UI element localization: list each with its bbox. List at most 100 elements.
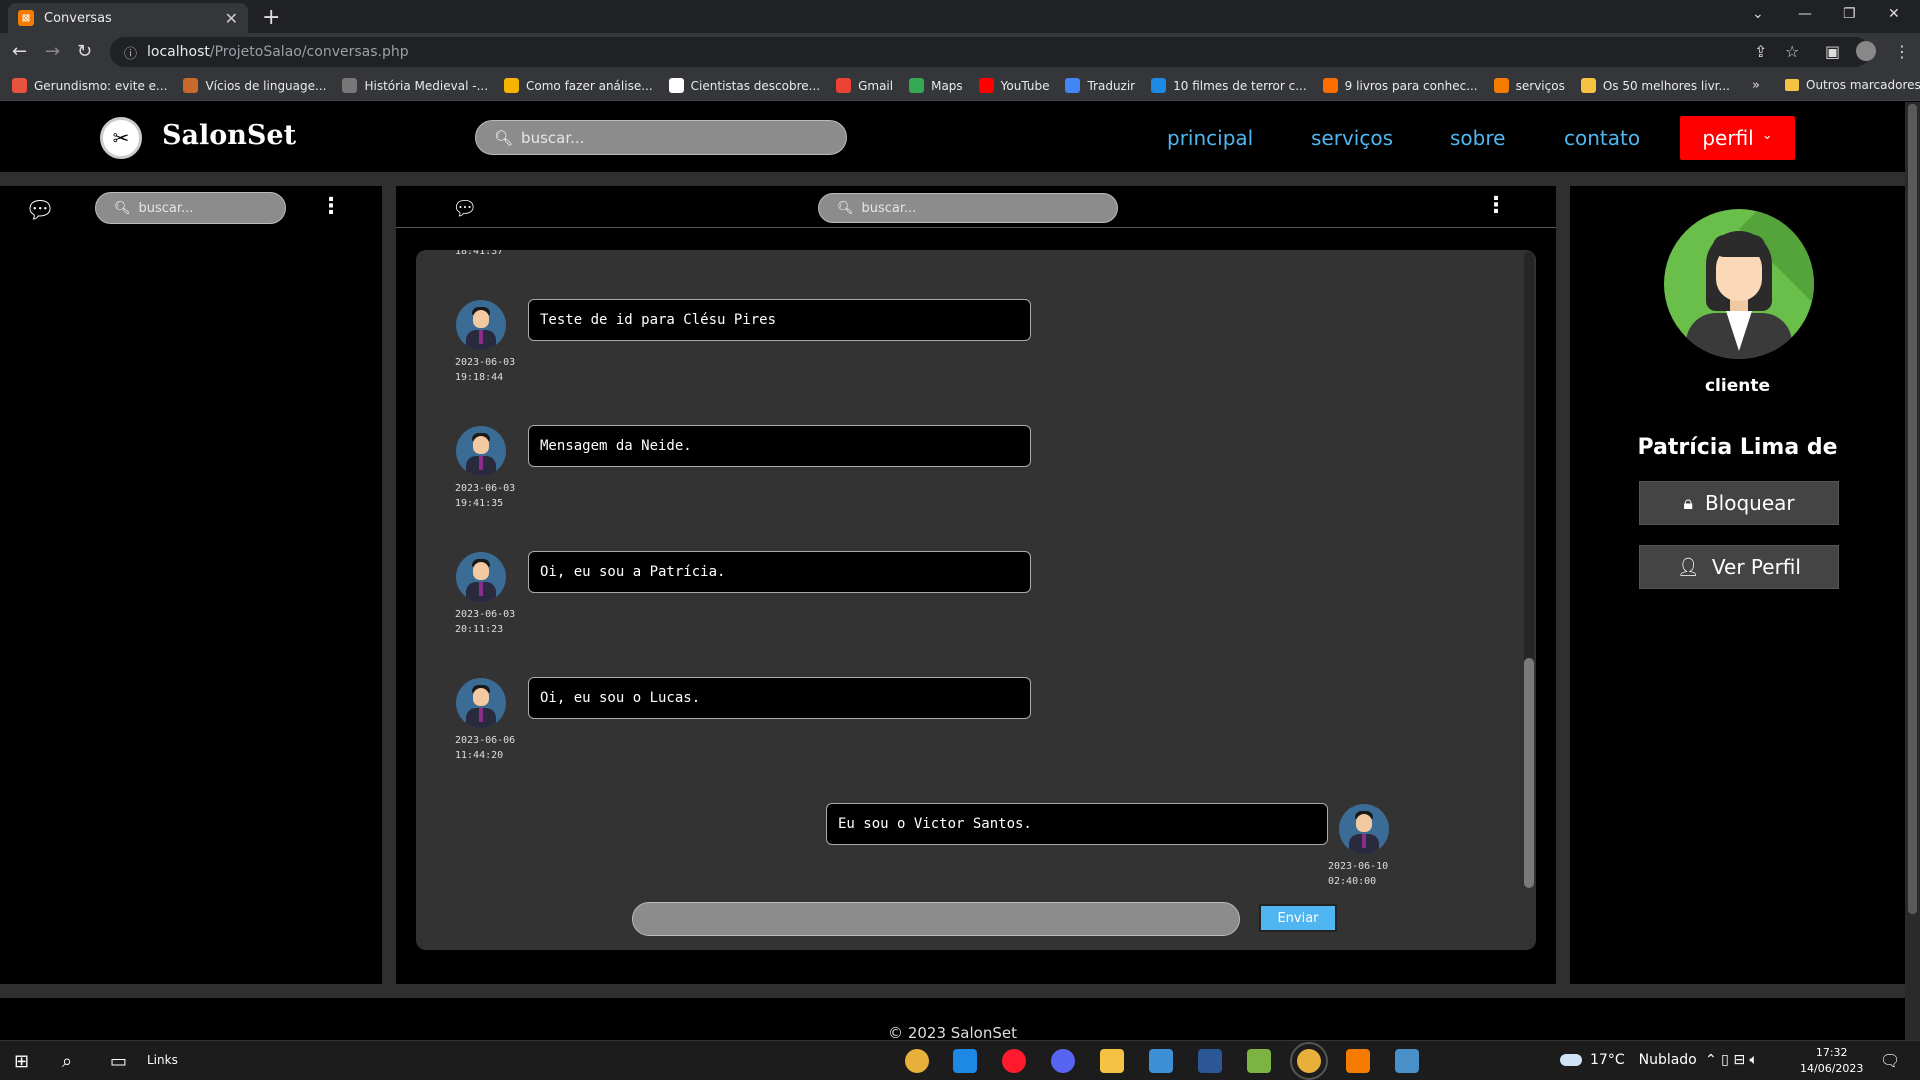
message-bubble: Teste de id para Clésu Pires (528, 299, 1031, 341)
message-scrollbar-thumb[interactable] (1524, 658, 1534, 888)
opera-icon[interactable] (1002, 1049, 1026, 1073)
chrome-profile-icon[interactable] (1290, 1042, 1328, 1080)
bookmark-item[interactable]: serviços (1493, 78, 1565, 93)
bookmark-favicon-icon (909, 78, 925, 93)
weather-condition: Nublado (1638, 1052, 1697, 1068)
chat-search[interactable]: 🔍︎ buscar... (818, 193, 1118, 223)
message-timestamp: 2023-06-03 19:41:35 (455, 481, 515, 511)
message-bubble: Mensagem da Neide. (528, 425, 1031, 467)
profile-dropdown-button[interactable]: perfil ⌄ (1680, 116, 1795, 160)
bookmark-item[interactable]: 10 filmes de terror c... (1151, 78, 1307, 93)
bookmark-item[interactable]: Como fazer análise... (504, 78, 653, 93)
message-timestamp: 2023-06-06 11:44:20 (455, 733, 515, 763)
view-profile-button[interactable]: 👤︎ Ver Perfil (1639, 545, 1839, 589)
sender-avatar (1339, 804, 1389, 854)
xampp-icon[interactable] (1346, 1049, 1370, 1073)
bookmarks-more-icon[interactable]: » (1752, 78, 1760, 93)
bookmark-item[interactable]: História Medieval -... (342, 78, 488, 93)
star-icon[interactable]: ☆ (1785, 42, 1799, 61)
discord-icon[interactable] (1051, 1049, 1075, 1073)
file-explorer-icon[interactable] (1100, 1049, 1124, 1073)
bookmark-item[interactable]: Traduzir (1065, 78, 1135, 93)
folder-icon (1785, 79, 1799, 91)
bookmark-item[interactable]: Maps (909, 78, 963, 93)
site-info-icon[interactable]: ⓘ (124, 43, 137, 62)
menu-kebab-icon[interactable]: ⋮ (1894, 42, 1910, 61)
header-search-input[interactable] (521, 128, 822, 147)
sender-avatar (456, 300, 506, 350)
other-bookmarks[interactable]: Outros marcadores (1785, 78, 1920, 92)
contact-avatar (1664, 209, 1814, 359)
bookmark-label: Cientistas descobre... (690, 78, 821, 93)
bookmark-label: Vícios de linguage... (205, 78, 327, 93)
bluestacks-icon[interactable] (1247, 1049, 1271, 1073)
conversation-options-icon[interactable]: ⋮ (320, 194, 342, 219)
bookmark-favicon-icon (836, 78, 852, 93)
message-time: 20:11:23 (455, 624, 504, 635)
bookmark-favicon-icon (12, 78, 27, 93)
site-logo-text[interactable]: SalonSet (162, 120, 296, 151)
nav-sobre[interactable]: sobre (1450, 126, 1505, 150)
nav-principal[interactable]: principal (1167, 126, 1253, 150)
taskbar-clock[interactable]: 17:32 14/06/2023 (1800, 1045, 1863, 1077)
bookmark-label: serviços (1515, 78, 1565, 93)
forward-icon[interactable]: → (45, 41, 60, 62)
message-bubble: Oi, eu sou o Lucas. (528, 677, 1031, 719)
task-view-icon[interactable]: ▭ (110, 1051, 127, 1072)
send-button[interactable]: Enviar (1259, 904, 1337, 932)
message-date: 2023-06-06 (455, 735, 516, 746)
reload-icon[interactable]: ↻ (77, 41, 92, 62)
vscode-icon[interactable] (953, 1049, 977, 1073)
browser-tab[interactable]: ⊠ Conversas ✕ (8, 3, 248, 33)
nav-servicos[interactable]: serviços (1311, 126, 1393, 150)
close-tab-icon[interactable]: ✕ (225, 9, 238, 28)
tab-search-icon[interactable]: ⌄ (1752, 6, 1764, 22)
bookmark-item[interactable]: Vícios de linguage... (183, 78, 326, 93)
bookmark-favicon-icon (978, 78, 994, 93)
site-header: ✂ SalonSet 🔍︎ principal serviços sobre c… (0, 102, 1905, 172)
block-button[interactable]: 🔒︎ Bloquear (1639, 481, 1839, 525)
profile-avatar-icon[interactable] (1856, 41, 1876, 61)
search-icon[interactable]: ⌕ (62, 1051, 72, 1072)
notification-icon[interactable]: 🗨︎ (1880, 1051, 1900, 1070)
weather-widget[interactable]: 17°C Nublado (1560, 1052, 1697, 1068)
bookmark-item[interactable]: Gerundismo: evite e... (12, 78, 167, 93)
chrome-icon[interactable] (905, 1049, 929, 1073)
chats-icon[interactable]: 💬︎ (25, 196, 55, 224)
message-input[interactable] (632, 902, 1240, 936)
bookmark-label: História Medieval -... (364, 78, 489, 93)
close-window-icon[interactable]: ✕ (1888, 6, 1900, 22)
scissors-logo-icon[interactable]: ✂ (100, 117, 142, 159)
restore-icon[interactable]: ❐ (1843, 6, 1856, 22)
footer-divider (0, 984, 1905, 998)
back-icon[interactable]: ← (12, 41, 27, 62)
bookmark-item[interactable]: YouTube (978, 78, 1049, 93)
bookmark-favicon-icon (1493, 78, 1509, 93)
bookmark-item[interactable]: Cientistas descobre... (668, 78, 821, 93)
minimize-icon[interactable]: — (1798, 6, 1812, 22)
header-search-box[interactable]: 🔍︎ (475, 120, 847, 155)
bookmark-item[interactable]: 9 livros para conhec... (1322, 78, 1478, 93)
bookmark-item[interactable]: Gmail (836, 78, 893, 93)
clock-time: 17:32 (1815, 1046, 1848, 1059)
side-panel-icon[interactable]: ▣ (1825, 42, 1840, 61)
taskbar-links[interactable]: Links (147, 1053, 178, 1067)
photos-icon[interactable] (1395, 1049, 1419, 1073)
bookmark-label: Gerundismo: evite e... (34, 78, 168, 93)
message-timestamp: 2023-06-03 20:11:23 (455, 607, 515, 637)
conversation-search[interactable]: 🔍︎ buscar... (95, 192, 286, 224)
nav-contato[interactable]: contato (1564, 126, 1640, 150)
bookmark-label: Os 50 melhores livr... (1602, 78, 1730, 93)
address-bar[interactable]: ⓘ localhost/ProjetoSalao/conversas.php (110, 37, 1870, 67)
microsoft-store-icon[interactable] (1149, 1049, 1173, 1073)
windows-start-icon[interactable]: ⊞ (14, 1051, 29, 1072)
user-icon: 👤︎ (1677, 556, 1700, 578)
chat-options-icon[interactable]: ⋮ (1485, 193, 1507, 218)
new-tab-icon[interactable]: + (262, 5, 280, 30)
page-scrollbar-thumb[interactable] (1908, 104, 1917, 914)
word-icon[interactable] (1198, 1049, 1222, 1073)
chat-bubble-icon[interactable]: 💬︎ (452, 196, 477, 220)
share-icon[interactable]: ⇪ (1754, 42, 1767, 61)
system-tray-icons[interactable]: ⌃ ▯ ⊟ 🔈︎ (1705, 1052, 1758, 1068)
bookmark-item[interactable]: Os 50 melhores livr... (1580, 78, 1730, 93)
